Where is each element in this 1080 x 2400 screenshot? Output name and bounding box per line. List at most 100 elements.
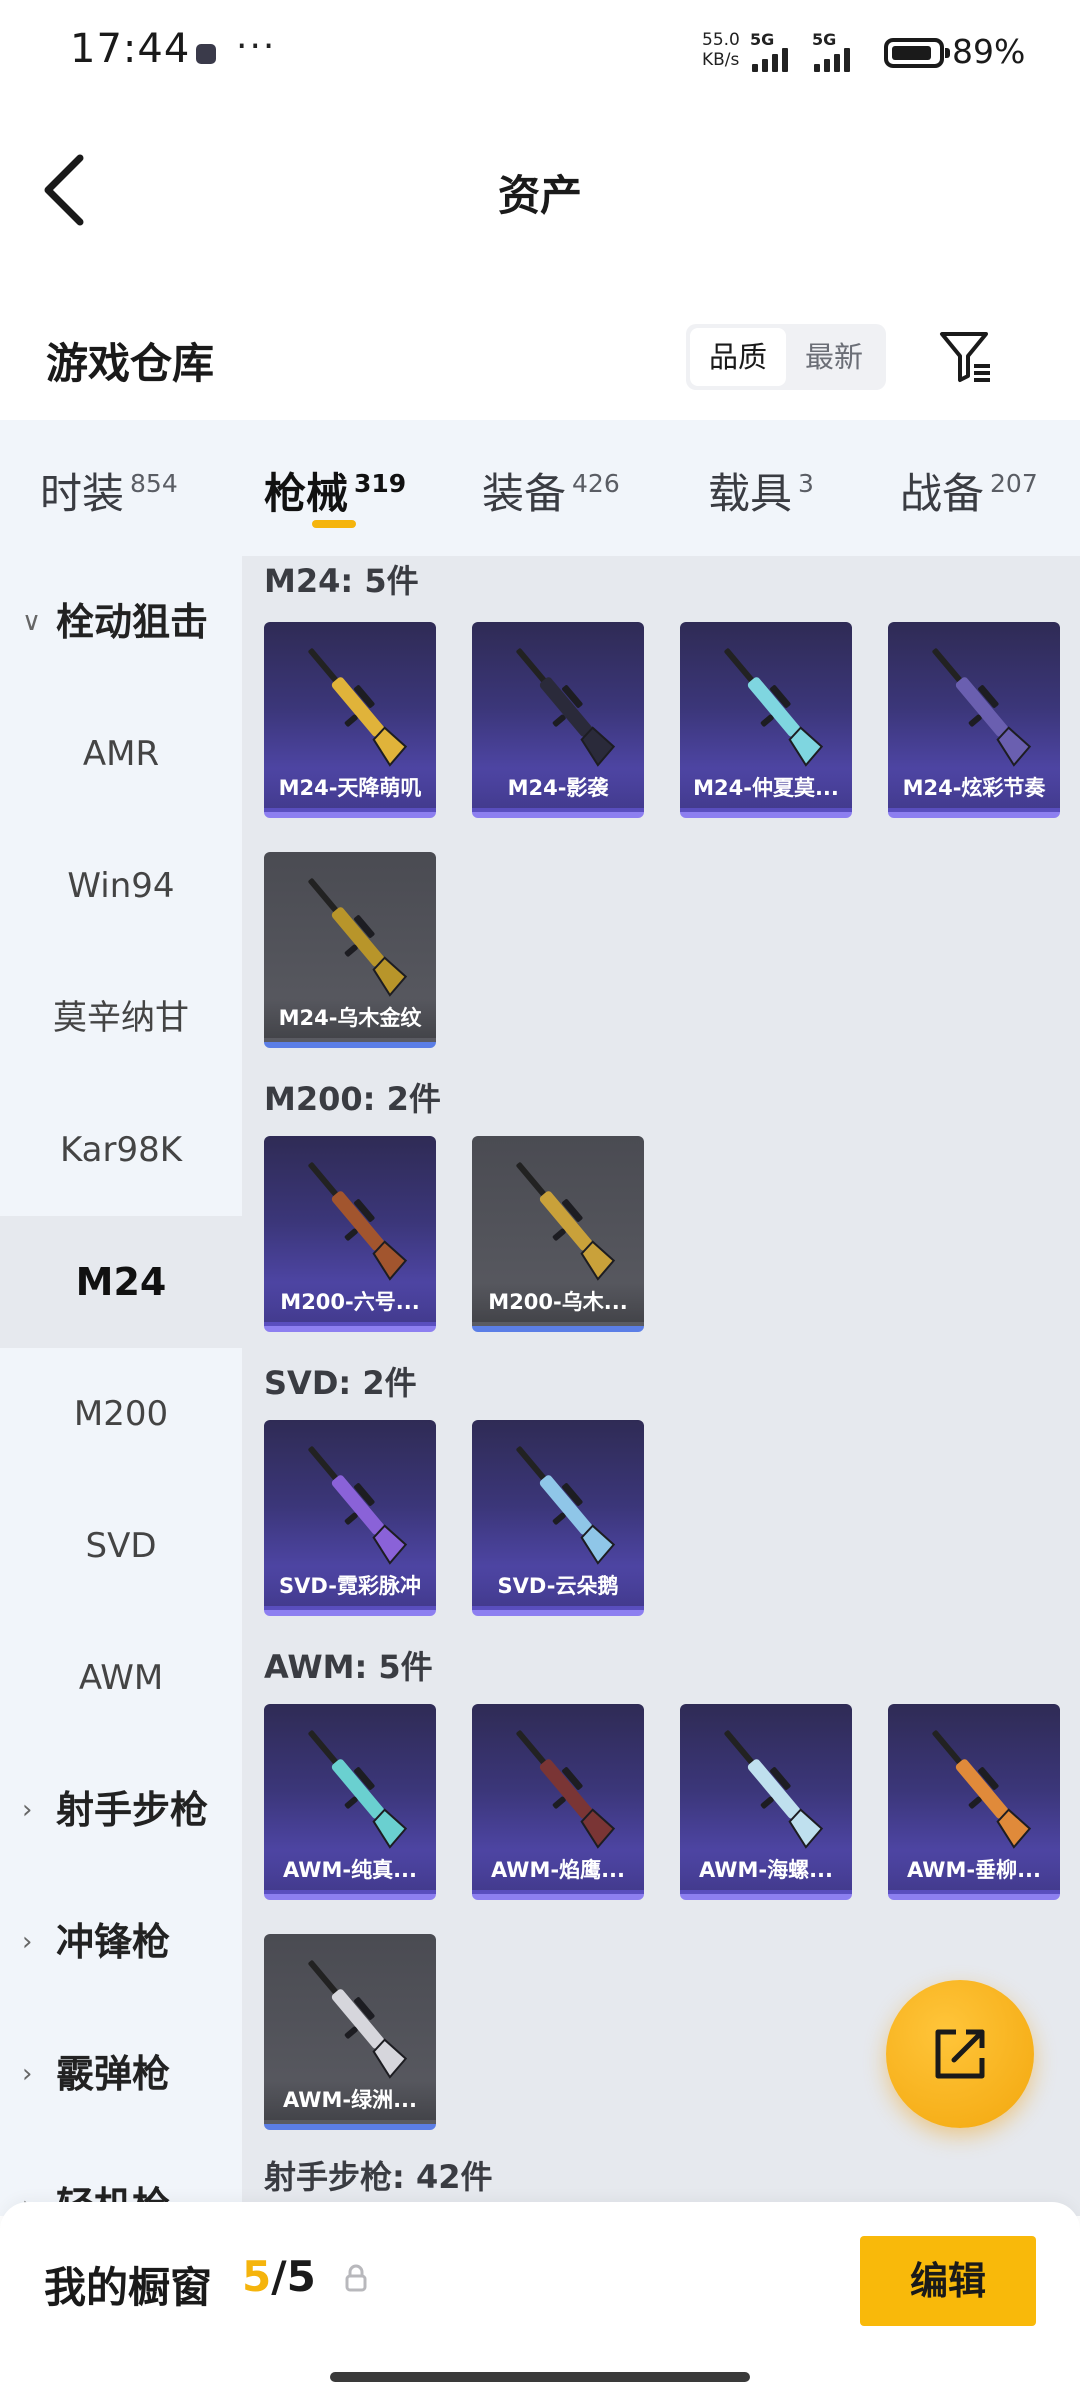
- skin-card[interactable]: SVD-云朵鹅: [472, 1420, 644, 1616]
- network-speed: 55.0 KB/s: [702, 30, 740, 70]
- tab-count: 3: [798, 469, 814, 498]
- sidebar-item-label: 冲锋枪: [56, 1920, 171, 1964]
- skin-name: SVD-霓彩脉冲: [264, 1566, 436, 1606]
- showcase-label: 我的橱窗: [44, 2263, 213, 2312]
- skin-name: M24-炫彩节奏: [888, 768, 1060, 808]
- sidebar-item-label: Kar98K: [59, 1130, 183, 1170]
- skin-card[interactable]: M24-炫彩节奏: [888, 622, 1060, 818]
- sort-option-quality[interactable]: 品质: [690, 328, 786, 386]
- showcase-bar: 我的橱窗 5/5 编辑: [0, 2202, 1080, 2400]
- sidebar-item-label: 莫辛纳甘: [53, 998, 189, 1038]
- network-speed-unit: KB/s: [702, 50, 740, 70]
- sidebar-item[interactable]: Kar98K: [0, 1084, 242, 1216]
- section-title: M200: 2件: [264, 1080, 441, 1118]
- skin-name: M24-仲夏莫...: [680, 768, 852, 808]
- chevron-right-icon: ›: [22, 2059, 33, 2089]
- skin-name: M200-乌木...: [472, 1282, 644, 1322]
- battery-icon: [884, 38, 950, 68]
- skin-card[interactable]: AWM-纯真...: [264, 1704, 436, 1900]
- section-title: M24: 5件: [264, 562, 419, 600]
- skin-card[interactable]: AWM-海螺...: [680, 1704, 852, 1900]
- skin-card[interactable]: AWM-绿洲...: [264, 1934, 436, 2130]
- assets-page: 17:44 ··· 55.0 KB/s 5G 5G 89% 资产 游戏仓库 品质…: [0, 0, 1080, 2400]
- skin-name: AWM-海螺...: [680, 1850, 852, 1890]
- skin-card[interactable]: AWM-垂柳...: [888, 1704, 1060, 1900]
- skin-card[interactable]: M24-乌木金纹: [264, 852, 436, 1048]
- skin-card[interactable]: M24-天降萌叽: [264, 622, 436, 818]
- sidebar-item-label: AWM: [78, 1658, 164, 1698]
- active-tab-indicator: [312, 520, 356, 528]
- sidebar-item[interactable]: M24: [0, 1216, 242, 1348]
- skin-name: M24-乌木金纹: [264, 998, 436, 1038]
- skin-card[interactable]: AWM-焰鹰...: [472, 1704, 644, 1900]
- sidebar-item[interactable]: › 霰弹枪: [0, 2008, 242, 2140]
- tab-label: 枪械: [264, 469, 349, 518]
- tab-supplies[interactable]: 战备 207: [900, 460, 1038, 521]
- sidebar-item-label: M200: [73, 1394, 169, 1434]
- chevron-right-icon: ›: [22, 1795, 33, 1825]
- signal-2-icon: 5G: [812, 30, 868, 72]
- sidebar-item[interactable]: Win94: [0, 820, 242, 952]
- section-title: AWM: 5件: [264, 1648, 433, 1686]
- tab-equipment[interactable]: 装备 426: [482, 460, 620, 521]
- skin-name: AWM-垂柳...: [888, 1850, 1060, 1890]
- tab-count: 854: [130, 469, 178, 498]
- skin-card[interactable]: M200-六号...: [264, 1136, 436, 1332]
- skin-name: AWM-焰鹰...: [472, 1850, 644, 1890]
- filter-button[interactable]: [934, 324, 998, 388]
- warehouse-bar: 游戏仓库 品质 最新: [0, 300, 1080, 418]
- skin-card[interactable]: SVD-霓彩脉冲: [264, 1420, 436, 1616]
- skin-name: AWM-绿洲...: [264, 2080, 436, 2120]
- showcase-total: /5: [271, 2252, 316, 2301]
- tab-label: 装备: [482, 469, 567, 518]
- sidebar-item[interactable]: › 冲锋枪: [0, 1876, 242, 2008]
- tab-count: 426: [572, 469, 620, 498]
- sidebar-item-label: 霰弹枪: [56, 2052, 171, 2096]
- weapon-skin-grid: M24: 5件 M24-天降萌叽 M24-影袭 M24-仲夏莫... M24-炫彩节奏 M…: [242, 556, 1080, 2216]
- tab-label: 时装: [40, 469, 125, 518]
- signal-2-label: 5G: [812, 30, 837, 49]
- skin-name: AWM-纯真...: [264, 1850, 436, 1890]
- skin-card[interactable]: M24-影袭: [472, 622, 644, 818]
- skin-name: M200-六号...: [264, 1282, 436, 1322]
- tab-firearms[interactable]: 枪械 319: [264, 460, 406, 521]
- showcase-current: 5: [242, 2252, 272, 2301]
- app-notification-icon: [196, 44, 216, 64]
- skin-name: M24-天降萌叽: [264, 768, 436, 808]
- page-title: 资产: [497, 171, 582, 220]
- network-speed-value: 55.0: [702, 30, 740, 50]
- sidebar-item[interactable]: 莫辛纳甘: [0, 952, 242, 1084]
- tab-label: 载具: [708, 469, 793, 518]
- skin-card[interactable]: M24-仲夏莫...: [680, 622, 852, 818]
- tab-vehicles[interactable]: 载具 3: [708, 460, 814, 521]
- filter-icon: [940, 332, 990, 382]
- chevron-right-icon: ›: [22, 1927, 33, 1957]
- signal-1-label: 5G: [750, 30, 775, 49]
- app-header: 资产: [0, 120, 1080, 260]
- category-tabs: 时装 854 枪械 319 装备 426 载具 3 战备 207: [0, 420, 1080, 556]
- sidebar-item[interactable]: M200: [0, 1348, 242, 1480]
- skin-card[interactable]: M200-乌木...: [472, 1136, 644, 1332]
- sidebar-item[interactable]: AWM: [0, 1612, 242, 1744]
- sidebar-item-label: AMR: [82, 734, 160, 774]
- sidebar-item[interactable]: › 射手步枪: [0, 1744, 242, 1876]
- lock-icon: [345, 2264, 367, 2292]
- sidebar-item[interactable]: SVD: [0, 1480, 242, 1612]
- home-indicator: [330, 2372, 750, 2382]
- sort-segmented-control: 品质 最新: [686, 324, 886, 390]
- share-fab[interactable]: [886, 1980, 1034, 2128]
- share-icon: [935, 2029, 985, 2079]
- edit-button[interactable]: 编辑: [860, 2236, 1036, 2326]
- tab-fashion[interactable]: 时装 854: [40, 460, 178, 521]
- status-bar: 17:44 ··· 55.0 KB/s 5G 5G 89%: [0, 0, 1080, 108]
- tab-count: 319: [354, 469, 407, 498]
- tab-label: 战备: [900, 469, 985, 518]
- showcase-count: 5/5: [242, 2252, 316, 2301]
- sidebar-item-label: Win94: [67, 866, 175, 906]
- sort-option-newest[interactable]: 最新: [786, 328, 882, 386]
- sidebar-item[interactable]: ∨ 栓动狙击: [0, 556, 242, 688]
- more-notifications-icon: ···: [236, 26, 277, 67]
- sidebar-item[interactable]: AMR: [0, 688, 242, 820]
- weapon-type-sidebar: ∨ 栓动狙击 AMR Win94 莫辛纳甘 Kar98K M24 M200 SVD AWM › 射手步…: [0, 556, 242, 2216]
- signal-1-icon: 5G: [750, 30, 806, 72]
